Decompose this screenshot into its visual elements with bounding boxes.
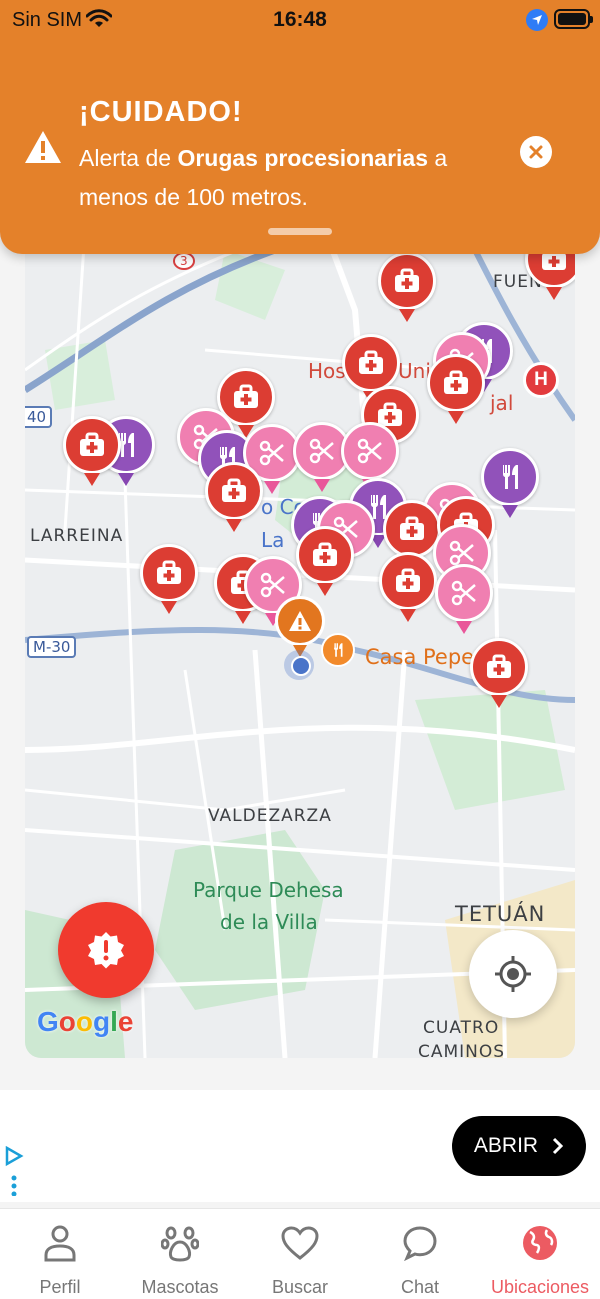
map-label-parque-2: de la Villa — [220, 910, 318, 934]
ad-open-label: ABRIR — [473, 1134, 539, 1157]
road-badge-3: 3 — [173, 252, 195, 270]
status-bar: Sin SIM 16:48 — [0, 0, 600, 40]
road-badge-40: 40 — [25, 406, 53, 428]
google-logo: Google — [37, 1006, 134, 1037]
ad-open-button[interactable]: ABRIR — [452, 1116, 586, 1176]
medical-bag-icon — [222, 478, 246, 502]
notification-title: ¡CUIDADO! — [79, 96, 243, 128]
heart-icon — [281, 1226, 319, 1260]
vet-pin[interactable] — [63, 416, 121, 488]
tab-label: Chat — [400, 1277, 440, 1297]
ad-choices-icon[interactable] — [4, 1146, 24, 1196]
tab-label: Ubicaciones — [490, 1277, 590, 1297]
warning-icon — [25, 131, 61, 163]
bottom-tab-bar: Perfil Mascotas Buscar Chat Ubicaciones — [0, 1208, 600, 1299]
grooming-pin[interactable] — [435, 564, 493, 636]
map-label-casa-pepe: Casa Pepe — [365, 645, 475, 669]
close-icon — [529, 145, 543, 159]
location-services-icon — [526, 9, 548, 31]
vet-pin[interactable] — [140, 544, 198, 616]
tab-perfil[interactable]: Perfil — [0, 1209, 120, 1299]
alert-notification-banner[interactable]: Sin SIM 16:48 ¡CUIDADO! Alerta de Orugas… — [0, 0, 600, 254]
app-screen: LARREINA VALDEZARZA Parque Dehesa de la … — [0, 0, 600, 1299]
scissors-icon — [451, 580, 476, 606]
notification-message: Alerta de Orugas procesionarias a menos … — [79, 145, 448, 210]
ad-banner[interactable]: ABRIR — [0, 1090, 600, 1202]
crosshair-icon — [495, 956, 531, 992]
chat-bubble-icon — [403, 1226, 437, 1261]
medical-bag-icon — [313, 542, 337, 566]
medical-bag-icon — [395, 268, 419, 292]
medical-bag-icon — [359, 350, 383, 374]
my-location-button[interactable] — [469, 930, 557, 1018]
chevron-right-icon — [553, 1137, 564, 1155]
pest-name: Orugas procesionarias — [177, 145, 428, 171]
warning-icon — [289, 611, 311, 631]
tab-mascotas[interactable]: Mascotas — [120, 1209, 240, 1299]
user-location-marker — [284, 650, 314, 680]
scissors-icon — [357, 438, 382, 464]
restaurant-mini-pin[interactable] — [321, 633, 355, 667]
medical-bag-icon — [80, 432, 104, 456]
medical-bag-icon — [444, 370, 468, 394]
battery-icon — [554, 9, 593, 29]
medical-bag-icon — [487, 654, 511, 678]
scissors-icon — [309, 438, 334, 464]
map-label-hospital: Hos — [308, 359, 346, 383]
tab-buscar[interactable]: Buscar — [240, 1209, 360, 1299]
fork-knife-icon — [502, 465, 518, 489]
map-label-caminos: CAMINOS — [418, 1042, 506, 1058]
map-label-jal: jal — [490, 391, 514, 415]
clock: 16:48 — [273, 8, 327, 31]
drag-handle[interactable] — [268, 228, 332, 235]
map-label-larreina: LARREINA — [30, 526, 124, 546]
vet-pin[interactable] — [378, 252, 436, 324]
vet-pin[interactable] — [296, 526, 354, 598]
tab-ubicaciones[interactable]: Ubicaciones — [480, 1209, 600, 1299]
person-icon — [44, 1225, 76, 1262]
fork-knife-icon — [334, 643, 343, 657]
medical-bag-icon — [157, 560, 181, 584]
medical-bag-icon — [396, 568, 420, 592]
globe-icon — [523, 1226, 557, 1260]
vet-pin[interactable] — [205, 462, 263, 534]
vet-pin[interactable] — [379, 552, 437, 624]
tab-chat[interactable]: Chat — [360, 1209, 480, 1299]
report-alert-button[interactable] — [58, 902, 154, 998]
paw-icon — [161, 1226, 199, 1262]
tab-label: Mascotas — [141, 1277, 219, 1297]
map-label-tetuan: TETUÁN — [455, 902, 546, 926]
map-label-valdezarza: VALDEZARZA — [208, 806, 332, 826]
map-label-cuatro: CUATRO — [423, 1018, 500, 1038]
vet-pin[interactable] — [470, 638, 528, 710]
medical-bag-icon — [400, 516, 424, 540]
vet-pin[interactable] — [427, 354, 485, 426]
tab-label: Buscar — [271, 1277, 329, 1297]
road-badge-m30: M-30 — [27, 636, 77, 658]
close-notification-button[interactable] — [520, 136, 552, 168]
alert-badge-icon — [88, 932, 124, 969]
tab-label: Perfil — [39, 1277, 81, 1297]
map-label-la: La — [261, 528, 285, 552]
hospital-badge[interactable]: H — [523, 362, 559, 398]
map-label-parque: Parque Dehesa — [193, 878, 344, 902]
